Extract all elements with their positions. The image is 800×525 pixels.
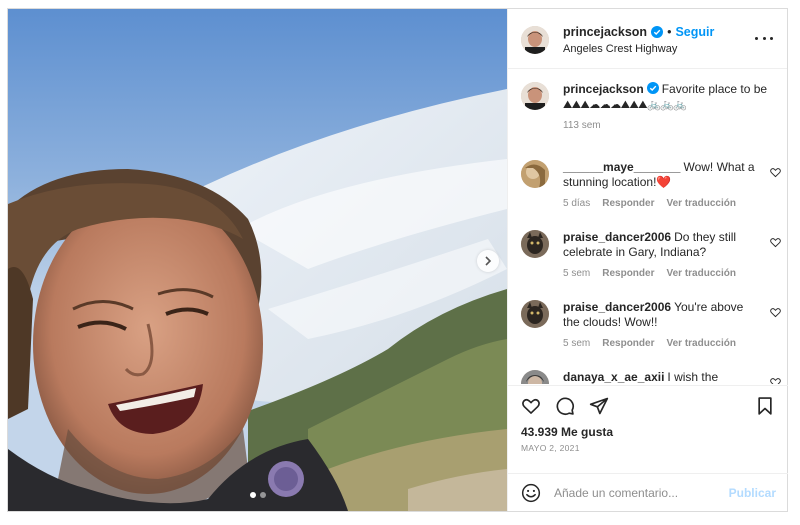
carousel-next-button[interactable] <box>477 250 499 272</box>
comment-username[interactable]: danaya_x_ae_axii <box>563 370 664 384</box>
like-comment-heart-icon[interactable] <box>770 307 781 318</box>
comment-body: danaya_x_ae_axiiI wish the coolest and m… <box>563 370 759 384</box>
comment-body: praise_dancer2006 You're above the clouds… <box>563 300 759 330</box>
share-paper-plane-icon[interactable] <box>589 396 609 416</box>
emoji-icon[interactable] <box>521 483 541 503</box>
caption-meta: 113 sem <box>563 120 613 131</box>
like-comment-heart-icon[interactable] <box>770 237 781 248</box>
comments-list[interactable]: princejackson Favorite place to be ⛰⛰⛰☁☁☁… <box>508 70 788 384</box>
caption-avatar[interactable] <box>521 82 549 110</box>
carousel-indicator <box>250 492 266 498</box>
comment-body: ______maye_______ Wow! What a stunning lo… <box>563 160 759 190</box>
comment-body: praise_dancer2006 Do they still celebrate… <box>563 230 759 260</box>
likes-count[interactable]: 43.939 Me gusta <box>521 425 613 439</box>
comment-avatar[interactable] <box>521 300 549 328</box>
follow-button[interactable]: Seguir <box>675 25 714 39</box>
header-separator: • <box>667 25 672 39</box>
caption-text: Favorite place to be <box>661 82 768 96</box>
author-username[interactable]: princejackson <box>563 25 647 39</box>
reply-button[interactable]: Responder <box>602 198 654 209</box>
comment-meta: 5 sem Responder Ver traducción <box>563 268 748 279</box>
post-date: MAYO 2, 2021 <box>521 443 580 453</box>
comment-avatar[interactable] <box>521 160 549 188</box>
translate-button[interactable]: Ver traducción <box>666 338 735 349</box>
verified-badge-icon <box>651 26 664 38</box>
chevron-right-icon <box>485 256 492 266</box>
reply-button[interactable]: Responder <box>602 268 654 279</box>
comment-username[interactable]: praise_dancer2006 <box>563 300 671 314</box>
translate-button[interactable]: Ver traducción <box>666 198 735 209</box>
verified-badge-icon <box>646 82 659 94</box>
post-dialog: princejackson • Seguir Angeles Crest Hig… <box>7 8 788 512</box>
comment-avatar[interactable] <box>521 370 549 384</box>
comment-bubble-icon[interactable] <box>555 396 575 416</box>
caption-emojis: ⛰⛰⛰☁☁☁⛰⛰⛰🚲🚲🚲 <box>563 98 687 111</box>
caption-body: princejackson Favorite place to be ⛰⛰⛰☁☁☁… <box>563 82 773 112</box>
comment-avatar[interactable] <box>521 230 549 258</box>
post-media[interactable] <box>8 9 507 511</box>
selfie-photo <box>8 9 507 511</box>
comment-input[interactable] <box>554 483 714 503</box>
comment-username[interactable]: ______maye_______ <box>563 160 680 174</box>
comment-username[interactable]: praise_dancer2006 <box>563 230 671 244</box>
comment-meta: 5 días Responder Ver traducción <box>563 198 748 209</box>
author-avatar[interactable] <box>521 26 549 54</box>
comment-age: 5 días <box>563 198 591 209</box>
caption-age: 113 sem <box>563 120 601 131</box>
like-comment-heart-icon[interactable] <box>770 167 781 178</box>
more-options-icon[interactable] <box>755 31 773 45</box>
add-comment-bar: Publicar <box>508 473 788 511</box>
carousel-dot-1 <box>250 492 256 498</box>
comment-age: 5 sem <box>563 338 591 349</box>
like-comment-heart-icon[interactable] <box>770 377 781 384</box>
post-header: princejackson • Seguir Angeles Crest Hig… <box>508 9 787 69</box>
header-line: princejackson • Seguir <box>563 25 714 39</box>
bookmark-icon <box>758 397 772 415</box>
publish-button[interactable]: Publicar <box>729 486 776 500</box>
comment-age: 5 sem <box>563 268 591 279</box>
like-heart-icon[interactable] <box>521 396 541 416</box>
save-button[interactable] <box>755 396 775 416</box>
carousel-dot-2 <box>260 492 266 498</box>
comment-meta: 5 sem Responder Ver traducción <box>563 338 748 349</box>
action-icons <box>521 396 609 416</box>
post-location[interactable]: Angeles Crest Highway <box>563 43 677 55</box>
reply-button[interactable]: Responder <box>602 338 654 349</box>
caption-username[interactable]: princejackson <box>563 82 644 96</box>
post-actions: 43.939 Me gusta MAYO 2, 2021 <box>508 385 788 473</box>
post-side-panel: princejackson • Seguir Angeles Crest Hig… <box>507 9 788 511</box>
translate-button[interactable]: Ver traducción <box>666 268 735 279</box>
